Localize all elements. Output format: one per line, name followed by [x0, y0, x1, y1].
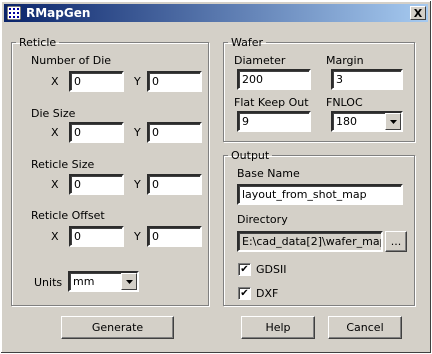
dxf-label: DXF [256, 287, 279, 300]
units-select[interactable]: mm [68, 271, 139, 292]
reticle-legend: Reticle [19, 36, 57, 49]
browse-label: ... [390, 235, 402, 248]
fnloc-dropdown-arrow[interactable] [385, 113, 401, 130]
generate-label: Generate [91, 321, 144, 334]
base-name-label: Base Name [237, 167, 300, 180]
reticle-offset-x-label: X [51, 230, 59, 243]
fnloc-value: 180 [336, 115, 357, 128]
help-label: Help [265, 321, 291, 334]
margin-input[interactable]: 3 [331, 69, 403, 90]
browse-directory-button[interactable]: ... [385, 231, 407, 252]
die-size-y-label: Y [134, 126, 141, 139]
reticle-size-label: Reticle Size [31, 158, 95, 171]
flat-keep-out-input[interactable]: 9 [237, 111, 311, 132]
rmapgen-dialog: RMapGen X Reticle Number of Die X 0 Y 0 … [0, 0, 432, 354]
reticle-offset-label: Reticle Offset [31, 209, 105, 222]
die-size-y-input[interactable]: 0 [147, 122, 202, 143]
margin-label: Margin [326, 54, 364, 67]
gdsii-label: GDSII [256, 263, 287, 276]
cancel-label: Cancel [346, 321, 384, 334]
close-icon: X [413, 6, 423, 20]
reticle-size-x-input[interactable]: 0 [69, 174, 124, 195]
wafer-legend: Wafer [231, 36, 264, 49]
diameter-label: Diameter [234, 54, 286, 67]
chevron-down-icon [125, 279, 133, 284]
directory-label: Directory [237, 213, 288, 226]
number-of-die-y-input[interactable]: 0 [147, 71, 202, 92]
gdsii-checkbox[interactable]: ✔ [238, 263, 251, 276]
checkmark-icon: ✔ [240, 263, 249, 275]
units-dropdown-arrow[interactable] [121, 273, 137, 290]
die-size-x-input[interactable]: 0 [69, 122, 124, 143]
number-of-die-label: Number of Die [31, 54, 112, 67]
units-label: Units [34, 276, 63, 289]
reticle-size-y-label: Y [134, 178, 141, 191]
reticle-offset-x-input[interactable]: 0 [69, 226, 124, 247]
reticle-offset-y-label: Y [134, 230, 141, 243]
help-button[interactable]: Help [241, 316, 315, 339]
reticle-offset-y-input[interactable]: 0 [147, 226, 202, 247]
app-grid-icon [7, 6, 21, 20]
number-of-die-x-input[interactable]: 0 [69, 71, 124, 92]
diameter-input[interactable]: 200 [237, 69, 311, 90]
reticle-size-x-label: X [51, 178, 59, 191]
units-value: mm [73, 275, 95, 288]
dxf-checkbox[interactable]: ✔ [238, 287, 251, 300]
output-legend: Output [231, 149, 270, 162]
fnloc-select[interactable]: 180 [331, 111, 403, 132]
directory-input[interactable]: E:\cad_data[2]\wafer_map_d [237, 231, 383, 252]
window-title: RMapGen [26, 6, 91, 20]
cancel-button[interactable]: Cancel [328, 316, 402, 339]
chevron-down-icon [389, 119, 397, 124]
number-of-die-y-label: Y [134, 75, 141, 88]
generate-button[interactable]: Generate [61, 316, 174, 339]
base-name-input[interactable]: layout_from_shot_map [237, 184, 403, 205]
die-size-x-label: X [51, 126, 59, 139]
die-size-label: Die Size [31, 107, 76, 120]
checkmark-icon: ✔ [240, 287, 249, 299]
close-button[interactable]: X [410, 6, 426, 20]
title-bar[interactable]: RMapGen X [4, 4, 428, 22]
reticle-size-y-input[interactable]: 0 [147, 174, 202, 195]
flat-keep-out-label: Flat Keep Out [234, 96, 309, 109]
fnloc-label: FNLOC [326, 96, 363, 109]
number-of-die-x-label: X [51, 75, 59, 88]
